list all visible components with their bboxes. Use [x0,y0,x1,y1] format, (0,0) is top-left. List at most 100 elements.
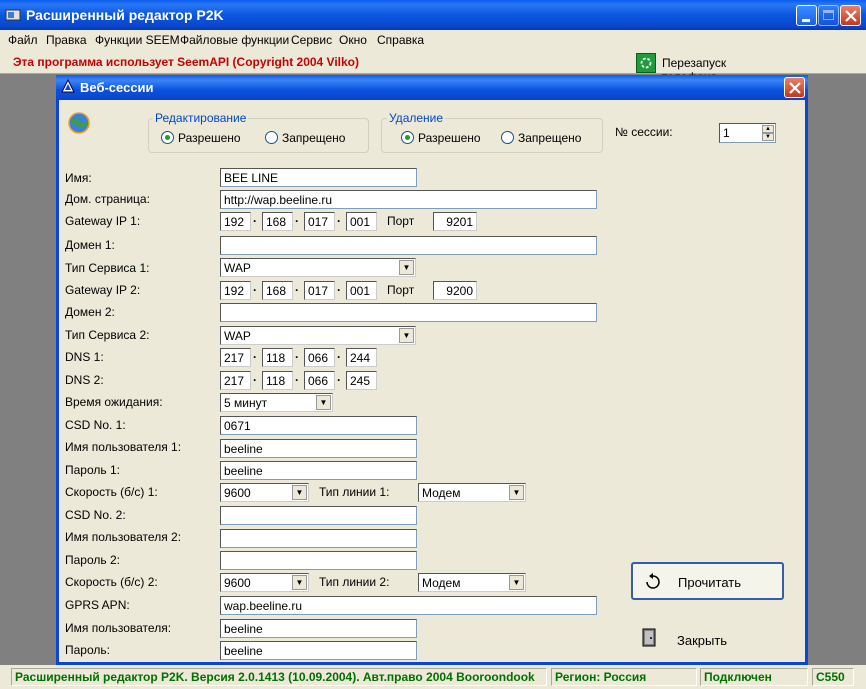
gateway2-octet2[interactable]: 168 [262,281,293,300]
restart-phone-button[interactable]: Перезапуск телефона [634,52,784,84]
homepage-label: Дом. страница: [65,192,150,206]
speed1-select[interactable]: 9600 ▼ [220,483,309,502]
csd2-field[interactable] [220,506,417,525]
dns2-octet3[interactable]: 066 [304,371,335,390]
user2-field[interactable] [220,529,417,548]
timeout-select[interactable]: 5 минут ▼ [220,393,333,412]
gateway1-octet2[interactable]: 168 [262,212,293,231]
dns1-octet3[interactable]: 066 [304,348,335,367]
dns1-octet1[interactable]: 217 [220,348,251,367]
chevron-down-icon[interactable]: ▼ [316,395,331,410]
globe-icon [68,112,90,134]
homepage-field[interactable]: http://wap.beeline.ru [220,190,597,209]
chevron-down-icon[interactable]: ▼ [292,485,307,500]
service2-value: WAP [224,329,251,343]
csd1-field[interactable]: 0671 [220,416,417,435]
name-label: Имя: [65,171,92,185]
timeout-label: Время ожидания: [65,395,163,409]
gateway2-octet3[interactable]: 017 [304,281,335,300]
web-sessions-title: Веб-сессии [80,80,154,95]
line2-select[interactable]: Модем ▼ [418,573,526,592]
maximize-button[interactable] [818,5,839,26]
deleting-denied-radio[interactable] [501,131,514,144]
chevron-down-icon[interactable]: ▼ [509,485,524,500]
apn-field[interactable]: wap.beeline.ru [220,596,597,615]
read-button-label: Прочитать [678,575,742,590]
line1-value: Модем [422,486,461,500]
minimize-button[interactable] [796,5,817,26]
gateway1-octet3[interactable]: 017 [304,212,335,231]
dns2-octet1[interactable]: 217 [220,371,251,390]
session-number-spinner[interactable]: 1 ▲ ▼ [719,123,776,143]
editing-allowed-label[interactable]: Разрешено [178,131,241,145]
close-button[interactable] [840,5,861,26]
spinner-down-icon[interactable]: ▼ [762,133,774,141]
dns2-octet4[interactable]: 245 [346,371,377,390]
csd2-label: CSD No. 2: [65,508,126,522]
window-title: Расширенный редактор P2K [26,7,224,23]
gateway2-octet1[interactable]: 192 [220,281,251,300]
domain2-label: Домен 2: [65,305,115,319]
pass-field[interactable]: beeline [220,641,417,660]
gateway2-label: Gateway IP 2: [65,283,141,297]
domain1-field[interactable] [220,236,597,255]
line1-select[interactable]: Модем ▼ [418,483,526,502]
status-model: C550 [812,668,854,686]
dns1-octet4[interactable]: 244 [346,348,377,367]
web-sessions-titlebar[interactable]: Веб-сессии [56,75,808,100]
app-titlebar[interactable]: Расширенный редактор P2K [0,0,866,30]
name-field[interactable]: BEE LINE [220,168,417,187]
port1-field[interactable]: 9201 [433,212,477,231]
deleting-denied-label[interactable]: Запрещено [518,131,581,145]
gateway2-octet4[interactable]: 001 [346,281,377,300]
gateway1-label: Gateway IP 1: [65,214,141,228]
gateway1-octet4[interactable]: 001 [346,212,377,231]
domain2-field[interactable] [220,303,597,322]
service1-select[interactable]: WAP ▼ [220,258,416,277]
editing-allowed-radio[interactable] [161,131,174,144]
pass1-field[interactable]: beeline [220,461,417,480]
apn-label: GPRS APN: [65,598,130,612]
child-close-button[interactable] [784,77,805,98]
menu-service[interactable]: Сервис [291,33,332,47]
menu-seem-functions[interactable]: Функции SEEM [95,33,180,47]
mdi-client-area [0,75,56,665]
user1-field[interactable]: beeline [220,439,417,458]
close-session-button[interactable]: Закрыть [640,626,760,652]
chevron-down-icon[interactable]: ▼ [292,575,307,590]
chevron-down-icon[interactable]: ▼ [399,260,414,275]
speed1-label: Скорость (б/с) 1: [65,485,158,499]
read-button[interactable]: Прочитать [631,562,784,600]
port2-field[interactable]: 9200 [433,281,477,300]
gateway1-octet1[interactable]: 192 [220,212,251,231]
user2-label: Имя пользователя 2: [65,530,182,544]
editing-denied-label[interactable]: Запрещено [282,131,345,145]
chevron-down-icon[interactable]: ▼ [509,575,524,590]
dns2-octet2[interactable]: 118 [262,371,293,390]
spinner-up-icon[interactable]: ▲ [762,125,774,133]
dns1-label: DNS 1: [65,350,104,364]
user-field[interactable]: beeline [220,619,417,638]
menubar: Файл Правка Функции SEEM Файловые функци… [0,30,866,50]
menu-window[interactable]: Окно [339,33,367,47]
service2-select[interactable]: WAP ▼ [220,326,416,345]
menu-edit[interactable]: Правка [46,33,87,47]
pass2-field[interactable] [220,551,417,570]
chevron-down-icon[interactable]: ▼ [399,328,414,343]
line2-value: Модем [422,576,461,590]
editing-denied-radio[interactable] [265,131,278,144]
menu-help[interactable]: Справка [377,33,424,47]
pass1-label: Пароль 1: [65,463,120,477]
copyright-notice: Эта программа использует SeemAPI (Copyri… [13,55,360,69]
menu-file[interactable]: Файл [8,33,38,47]
deleting-allowed-label[interactable]: Разрешено [418,131,481,145]
speed2-select[interactable]: 9600 ▼ [220,573,309,592]
timeout-value: 5 минут [224,396,268,410]
menu-file-functions[interactable]: Файловые функции [180,33,289,47]
deleting-allowed-radio[interactable] [401,131,414,144]
status-region: Регион: Россия [551,668,697,686]
dns1-octet2[interactable]: 118 [262,348,293,367]
pass-label: Пароль: [65,643,110,657]
close-session-label: Закрыть [677,633,728,648]
speed2-value: 9600 [224,576,251,590]
